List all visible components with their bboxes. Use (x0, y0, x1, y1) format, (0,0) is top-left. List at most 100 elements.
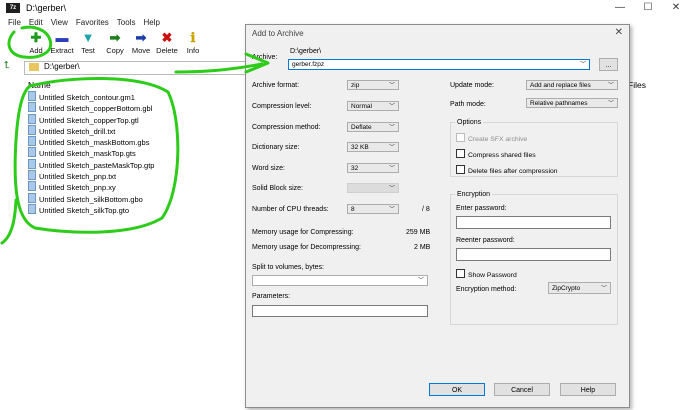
chevron-down-icon: ﹀ (388, 186, 395, 192)
solid-block-size-select[interactable]: ﹀ (347, 183, 399, 193)
test-button[interactable]: ▼ Test (74, 30, 102, 58)
file-name: Untitled Sketch_silkBottom.gbo (39, 194, 143, 204)
cpu-threads-select[interactable]: 8 ﹀ (347, 204, 399, 214)
file-name: Untitled Sketch_maskTop.gts (39, 149, 136, 159)
cpu-threads-value: 8 (351, 206, 355, 213)
close-icon[interactable]: ✕ (662, 0, 690, 16)
delete-after-label: Delete files after compression (468, 168, 558, 175)
update-mode-select[interactable]: Add and replace files ﹀ (526, 80, 618, 90)
delete-button[interactable]: ✖ Delete (153, 30, 181, 58)
test-icon: ▼ (81, 30, 95, 45)
chevron-down-icon: ﹀ (579, 62, 586, 68)
menu-help[interactable]: Help (143, 16, 159, 29)
browse-button[interactable]: ... (599, 58, 618, 71)
chevron-down-icon: ﹀ (388, 145, 395, 151)
dialog-close-icon[interactable]: ✕ (615, 27, 623, 38)
file-name: Untitled Sketch_pnp.xy (39, 183, 116, 193)
move-button[interactable]: ➡ Move (127, 30, 155, 58)
menu-view[interactable]: View (51, 16, 68, 29)
list-item[interactable]: Untitled Sketch_silkBottom.gbo (28, 192, 243, 204)
cpu-threads-max: / 8 (422, 206, 430, 213)
list-item[interactable]: Untitled Sketch_pnp.xy (28, 181, 243, 192)
show-password-label: Show Password (468, 272, 517, 279)
list-item[interactable]: Untitled Sketch_copperTop.gtl (28, 113, 243, 125)
cancel-button[interactable]: Cancel (494, 383, 550, 396)
file-name: Untitled Sketch_silkTop.gto (39, 205, 130, 215)
file-icon (28, 91, 36, 101)
archive-format-value: zip (351, 82, 360, 89)
minimize-icon[interactable]: — (606, 0, 634, 16)
archive-format-select[interactable]: zip ﹀ (347, 80, 399, 90)
solid-block-size-label: Solid Block size: (252, 185, 303, 192)
7zip-app-icon: 7z (6, 3, 20, 13)
enter-password-input[interactable] (456, 216, 611, 229)
tail-annotation (0, 198, 18, 245)
file-icon (28, 203, 36, 214)
menu-tools[interactable]: Tools (117, 16, 136, 29)
file-icon (28, 102, 36, 113)
text-file-icon (28, 124, 36, 135)
folder-up-icon[interactable]: ⮤ (4, 60, 10, 71)
menu-favorites[interactable]: Favorites (76, 16, 109, 29)
extract-button[interactable]: ▬ Extract (48, 30, 76, 58)
menu-file[interactable]: File (8, 16, 21, 29)
move-icon: ➡ (135, 30, 147, 45)
menu-edit[interactable]: Edit (29, 16, 43, 29)
encryption-method-select[interactable]: ZipCrypto ﹀ (548, 282, 611, 294)
column-header-name[interactable]: Name (28, 80, 51, 90)
list-item[interactable]: Untitled Sketch_pnp.txt (28, 170, 243, 181)
ok-button[interactable]: OK (429, 383, 485, 396)
list-item[interactable]: Untitled Sketch_pasteMaskTop.gtp (28, 158, 243, 170)
column-header-files[interactable]: Files (628, 80, 646, 90)
toolbar: ✚ Add ▬ Extract ▼ Test ➡ Copy ➡ Move ✖ Delete … (0, 30, 250, 58)
split-volumes-input[interactable]: ﹀ (252, 275, 428, 286)
memory-decompress-value: 2 MB (414, 244, 431, 251)
list-item[interactable]: Untitled Sketch_silkTop.gto (28, 203, 243, 215)
list-item[interactable]: Untitled Sketch_drill.txt (28, 124, 243, 136)
folder-icon (29, 63, 39, 71)
file-icon (28, 158, 36, 169)
show-password-checkbox[interactable]: Show Password (456, 269, 517, 279)
parameters-label: Parameters: (252, 293, 291, 300)
file-name: Untitled Sketch_copperTop.gtl (39, 115, 139, 125)
window-controls: — ☐ ✕ (606, 0, 690, 16)
list-item[interactable]: Untitled Sketch_maskTop.gts (28, 147, 243, 158)
word-size-select[interactable]: 32 ﹀ (347, 163, 399, 173)
compression-level-value: Normal (351, 103, 372, 110)
list-item[interactable]: Untitled Sketch_copperBottom.gbl (28, 102, 243, 113)
delete-after-checkbox[interactable]: Delete files after compression (456, 165, 558, 175)
chevron-down-icon: ﹀ (417, 278, 424, 284)
copy-label: Copy (106, 46, 124, 55)
compression-method-select[interactable]: Deflate ﹀ (347, 122, 399, 132)
chevron-down-icon: ﹀ (388, 125, 395, 131)
dictionary-size-select[interactable]: 32 KB ﹀ (347, 142, 399, 152)
move-label: Move (131, 46, 151, 55)
create-sfx-checkbox[interactable]: Create SFX archive (456, 133, 527, 143)
compression-method-value: Deflate (351, 124, 372, 131)
dictionary-size-value: 32 KB (351, 144, 369, 151)
extract-icon: ▬ (55, 30, 69, 45)
checkbox-icon (456, 165, 465, 174)
list-item[interactable]: Untitled Sketch_maskBottom.gbs (28, 136, 243, 147)
delete-label: Delete (156, 46, 178, 55)
window-title: D:\gerber\ (26, 3, 67, 13)
path-mode-select[interactable]: Relative pathnames ﹀ (526, 98, 618, 108)
compress-shared-checkbox[interactable]: Compress shared files (456, 149, 536, 159)
info-button[interactable]: ℹ Info (179, 30, 207, 58)
parameters-input[interactable] (252, 305, 428, 317)
title-bar (0, 0, 690, 16)
file-name: Untitled Sketch_contour.gm1 (39, 93, 135, 102)
reenter-password-input[interactable] (456, 248, 611, 261)
reenter-password-label: Reenter password: (456, 237, 515, 244)
archive-path: D:\gerber\ (290, 48, 322, 55)
archive-name-input[interactable]: gerber.fzpz ﹀ (288, 59, 590, 70)
path-mode-value: Relative pathnames (530, 100, 588, 107)
list-item[interactable]: Untitled Sketch_contour.gm1 (28, 91, 243, 102)
add-button[interactable]: ✚ Add (22, 30, 50, 58)
compression-level-select[interactable]: Normal ﹀ (347, 101, 399, 111)
file-icon (28, 192, 36, 203)
help-button[interactable]: Help (560, 383, 616, 396)
copy-button[interactable]: ➡ Copy (101, 30, 129, 58)
options-label: Options (455, 119, 484, 126)
maximize-icon[interactable]: ☐ (634, 0, 662, 16)
